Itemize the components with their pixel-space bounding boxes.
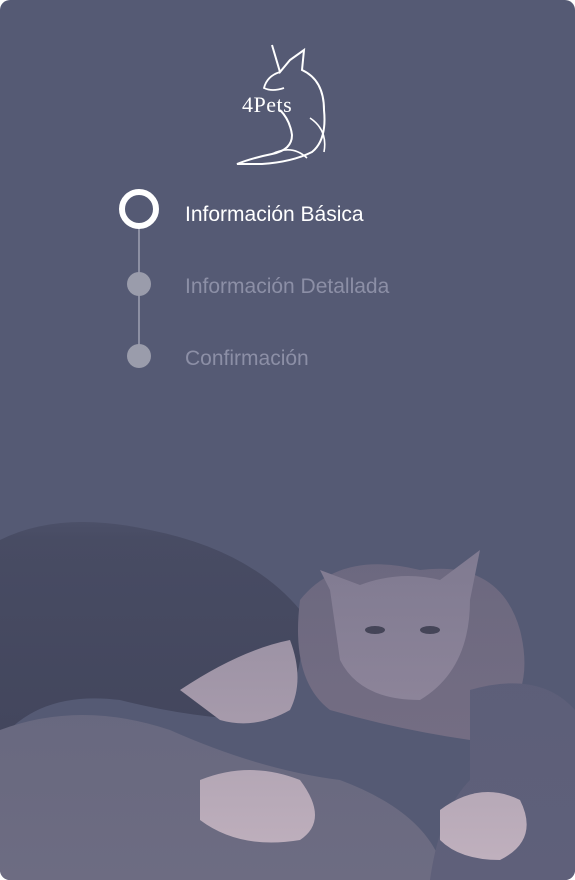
step-3-label[interactable]: Confirmación: [185, 347, 309, 371]
wizard-sidebar-panel: 4Pets Información Básica Información Det…: [0, 0, 575, 880]
step-2-marker: [127, 272, 151, 296]
step-3-marker: [127, 344, 151, 368]
person-with-cat-photo: [0, 480, 575, 880]
brand-name: 4Pets: [242, 92, 293, 117]
step-2-label[interactable]: Información Detallada: [185, 275, 389, 299]
step-1-marker: [119, 189, 159, 229]
step-1-label[interactable]: Información Básica: [185, 203, 364, 227]
